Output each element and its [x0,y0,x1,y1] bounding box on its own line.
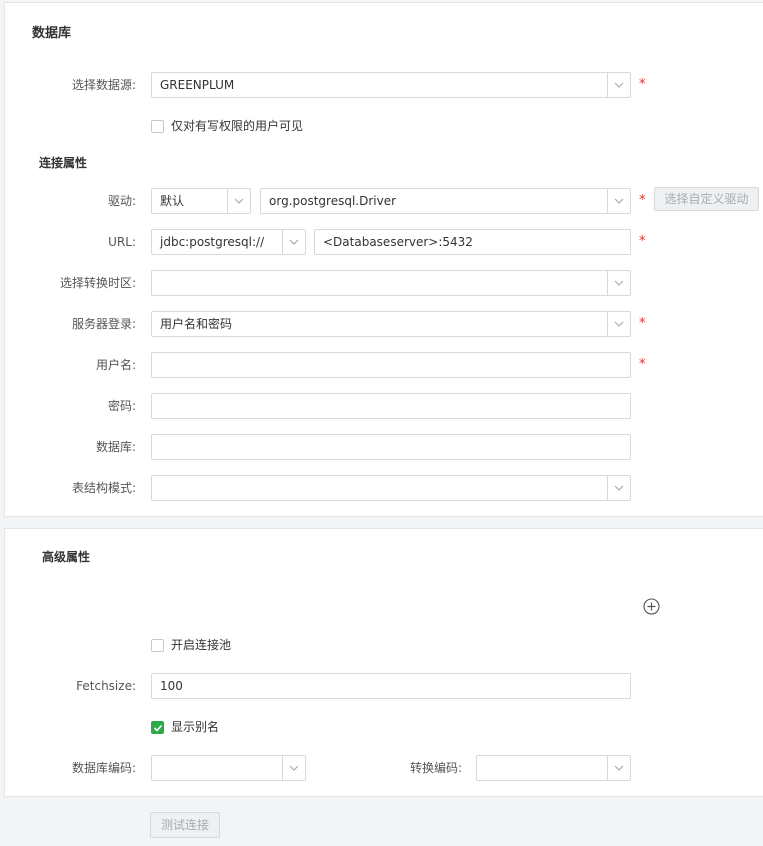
fetchsize-input[interactable]: 100 [151,673,631,699]
db-encoding-select[interactable] [151,755,306,781]
write-only-checkbox[interactable] [151,120,164,133]
driver-label: 驱动: [107,194,136,208]
username-required-mark: * [639,357,646,372]
url-prefix-value: jdbc:postgresql:// [160,235,265,249]
fetchsize-value: 100 [160,679,183,693]
datasource-required-mark: * [639,77,646,92]
advanced-properties-title: 高级属性 [42,550,91,564]
username-label: 用户名: [95,358,136,372]
driver-mode-value: 默认 [160,194,185,208]
datasource-select[interactable]: GREENPLUM [151,72,631,98]
select-custom-driver-button[interactable]: 选择自定义驱动 [654,187,759,211]
driver-class-select[interactable]: org.postgresql.Driver [260,188,631,214]
db-encoding-label: 数据库编码: [71,761,136,775]
connection-pool-label: 开启连接池 [171,638,232,652]
url-host-input[interactable]: <Databaseserver>:5432 [314,229,631,255]
convert-encoding-label: 转换编码: [409,761,462,775]
chevron-down-icon[interactable] [227,189,250,213]
chevron-down-icon[interactable] [607,271,630,295]
database-section-title: 数据库 [32,26,72,41]
server-login-value: 用户名和密码 [160,317,233,331]
server-login-label: 服务器登录: [71,317,136,331]
driver-mode-select[interactable]: 默认 [151,188,251,214]
timezone-select[interactable] [151,270,631,296]
username-input[interactable] [151,352,631,378]
chevron-down-icon[interactable] [607,312,630,336]
server-login-required-mark: * [639,316,646,331]
url-host-value: <Databaseserver>:5432 [323,235,473,249]
show-alias-checkbox[interactable] [151,721,164,734]
url-label: URL: [108,235,136,249]
driver-required-mark: * [639,193,646,208]
url-prefix-select[interactable]: jdbc:postgresql:// [151,229,306,255]
server-login-select[interactable]: 用户名和密码 [151,311,631,337]
fetchsize-label: Fetchsize: [76,679,136,693]
test-connection-button[interactable]: 测试连接 [150,812,220,838]
check-icon [153,724,162,732]
chevron-down-icon[interactable] [607,756,630,780]
write-only-checkbox-label: 仅对有写权限的用户可见 [171,119,304,133]
password-label: 密码: [107,399,136,413]
convert-encoding-select[interactable] [476,755,631,781]
plus-circle-icon[interactable] [643,598,660,615]
datasource-label: 选择数据源: [71,78,136,92]
database-name-label: 数据库: [95,440,136,454]
schema-label: 表结构模式: [71,481,136,495]
connection-pool-checkbox[interactable] [151,639,164,652]
database-name-input[interactable] [151,434,631,460]
chevron-down-icon[interactable] [607,476,630,500]
schema-select[interactable] [151,475,631,501]
chevron-down-icon[interactable] [282,230,305,254]
password-input[interactable] [151,393,631,419]
connection-properties-title: 连接属性 [39,156,88,170]
driver-class-value: org.postgresql.Driver [269,194,397,208]
url-required-mark: * [639,234,646,249]
datasource-value: GREENPLUM [160,78,235,92]
show-alias-label: 显示别名 [171,720,220,734]
chevron-down-icon[interactable] [282,756,305,780]
chevron-down-icon[interactable] [607,73,630,97]
timezone-label: 选择转换时区: [59,276,136,290]
chevron-down-icon[interactable] [607,189,630,213]
